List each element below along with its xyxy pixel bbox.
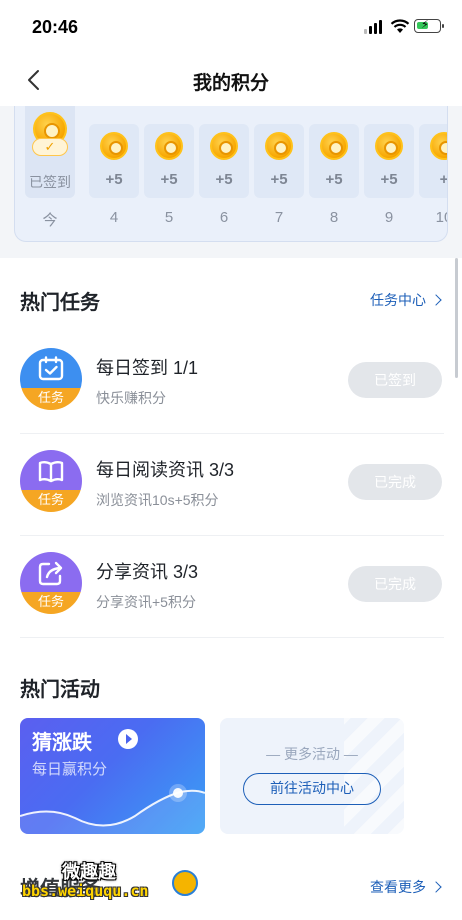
task-item-daily-reading: 任务 每日阅读资讯 3/3 浏览资讯10s+5积分 已完成	[20, 434, 444, 536]
page-title: 我的积分	[192, 73, 269, 94]
today-status: 已签到	[29, 174, 71, 190]
checkin-calendar[interactable]: ✓ 已签到 今 +5 4 +5 5 +5 6 +5 7 +5 8 +5 9 + …	[14, 106, 448, 242]
see-more-label: 查看更多	[370, 879, 426, 895]
day-number: 4	[109, 209, 119, 226]
check-icon: ✓	[32, 138, 68, 156]
day-number: 9	[384, 209, 394, 226]
checkin-day: +5	[89, 124, 139, 198]
day-number: 8	[329, 209, 339, 226]
checkin-day: +5	[144, 124, 194, 198]
day-number: 6	[219, 209, 229, 226]
watermark-line1: 微趣趣	[62, 862, 116, 882]
more-activities-label: — 更多活动 —	[266, 746, 358, 762]
coin-icon	[155, 132, 183, 160]
checkin-day: +	[419, 124, 448, 198]
hot-tasks-title: 热门任务	[20, 292, 100, 314]
watermark-line2: bbs.weiququ.cn	[22, 882, 149, 900]
day-points: +5	[215, 171, 233, 188]
checkin-section: ✓ 已签到 今 +5 4 +5 5 +5 6 +5 7 +5 8 +5 9 + …	[0, 106, 462, 258]
book-task-icon: 任务	[20, 450, 82, 512]
task-badge: 任务	[20, 388, 82, 410]
day-points: +5	[325, 171, 343, 188]
task-status-button[interactable]: 已签到	[348, 362, 442, 398]
task-desc: 分享资讯+5积分	[96, 594, 196, 610]
task-center-link[interactable]: 任务中心	[370, 290, 442, 310]
trend-wave-graphic	[20, 784, 205, 834]
book-icon	[38, 461, 64, 483]
status-bar: 20:46 ⚡	[0, 0, 462, 54]
checkin-day: +5	[364, 124, 414, 198]
task-desc: 快乐赚积分	[96, 390, 166, 406]
task-item-daily-checkin: 任务 每日签到 1/1 快乐赚积分 已签到	[20, 332, 444, 434]
checkin-day: +5	[199, 124, 249, 198]
task-item-share-news: 任务 分享资讯 3/3 分享资讯+5积分 已完成	[20, 536, 444, 638]
task-badge: 任务	[20, 490, 82, 512]
coin-icon	[430, 132, 447, 160]
signal-icon	[364, 20, 384, 34]
nav-bar: 我的积分	[0, 54, 462, 106]
coin-icon	[375, 132, 403, 160]
play-icon	[118, 729, 138, 749]
task-status-button[interactable]: 已完成	[348, 464, 442, 500]
chevron-right-icon	[430, 881, 442, 893]
chevron-right-icon	[430, 294, 442, 306]
day-number: 7	[274, 209, 284, 226]
day-points: +5	[160, 171, 178, 188]
battery-icon: ⚡	[414, 19, 444, 33]
day-number: 今	[42, 212, 58, 229]
task-desc: 浏览资讯10s+5积分	[96, 492, 219, 508]
checkin-day: +5	[254, 124, 304, 198]
day-points: +5	[105, 171, 123, 188]
checkin-day-today: ✓ 已签到	[25, 106, 75, 198]
day-points: +5	[380, 171, 398, 188]
checkin-day: +5	[309, 124, 359, 198]
share-icon	[38, 561, 63, 586]
day-number: 10	[435, 209, 447, 226]
coin-icon	[210, 132, 238, 160]
guess-activity-card[interactable]: 猜涨跌 每日赢积分	[20, 718, 205, 834]
hot-activities-title: 热门活动	[20, 679, 100, 701]
see-more-link[interactable]: 查看更多	[370, 877, 442, 897]
watermark: 微趣趣 bbs.weiququ.cn	[22, 858, 198, 908]
activity-title: 猜涨跌	[32, 732, 92, 754]
task-center-label: 任务中心	[370, 292, 426, 308]
watermark-logo-icon	[172, 870, 198, 896]
day-points: +5	[270, 171, 288, 188]
calendar-task-icon: 任务	[20, 348, 82, 410]
day-number: 5	[164, 209, 174, 226]
task-name: 每日阅读资讯 3/3	[96, 460, 235, 480]
status-time: 20:46	[32, 17, 79, 37]
day-points: +	[439, 171, 448, 188]
task-name: 每日签到 1/1	[96, 358, 199, 378]
task-status-button[interactable]: 已完成	[348, 566, 442, 602]
task-badge: 任务	[20, 592, 82, 614]
coin-icon	[100, 132, 128, 160]
task-name: 分享资讯 3/3	[96, 562, 199, 582]
scrollbar[interactable]	[455, 258, 458, 378]
go-activity-center-button[interactable]: 前往活动中心	[243, 773, 381, 805]
calendar-icon	[38, 356, 64, 381]
coin-icon	[265, 132, 293, 160]
coin-icon	[320, 132, 348, 160]
more-activities-card: — 更多活动 — 前往活动中心	[220, 718, 404, 834]
wifi-icon	[390, 19, 410, 33]
share-task-icon: 任务	[20, 552, 82, 614]
